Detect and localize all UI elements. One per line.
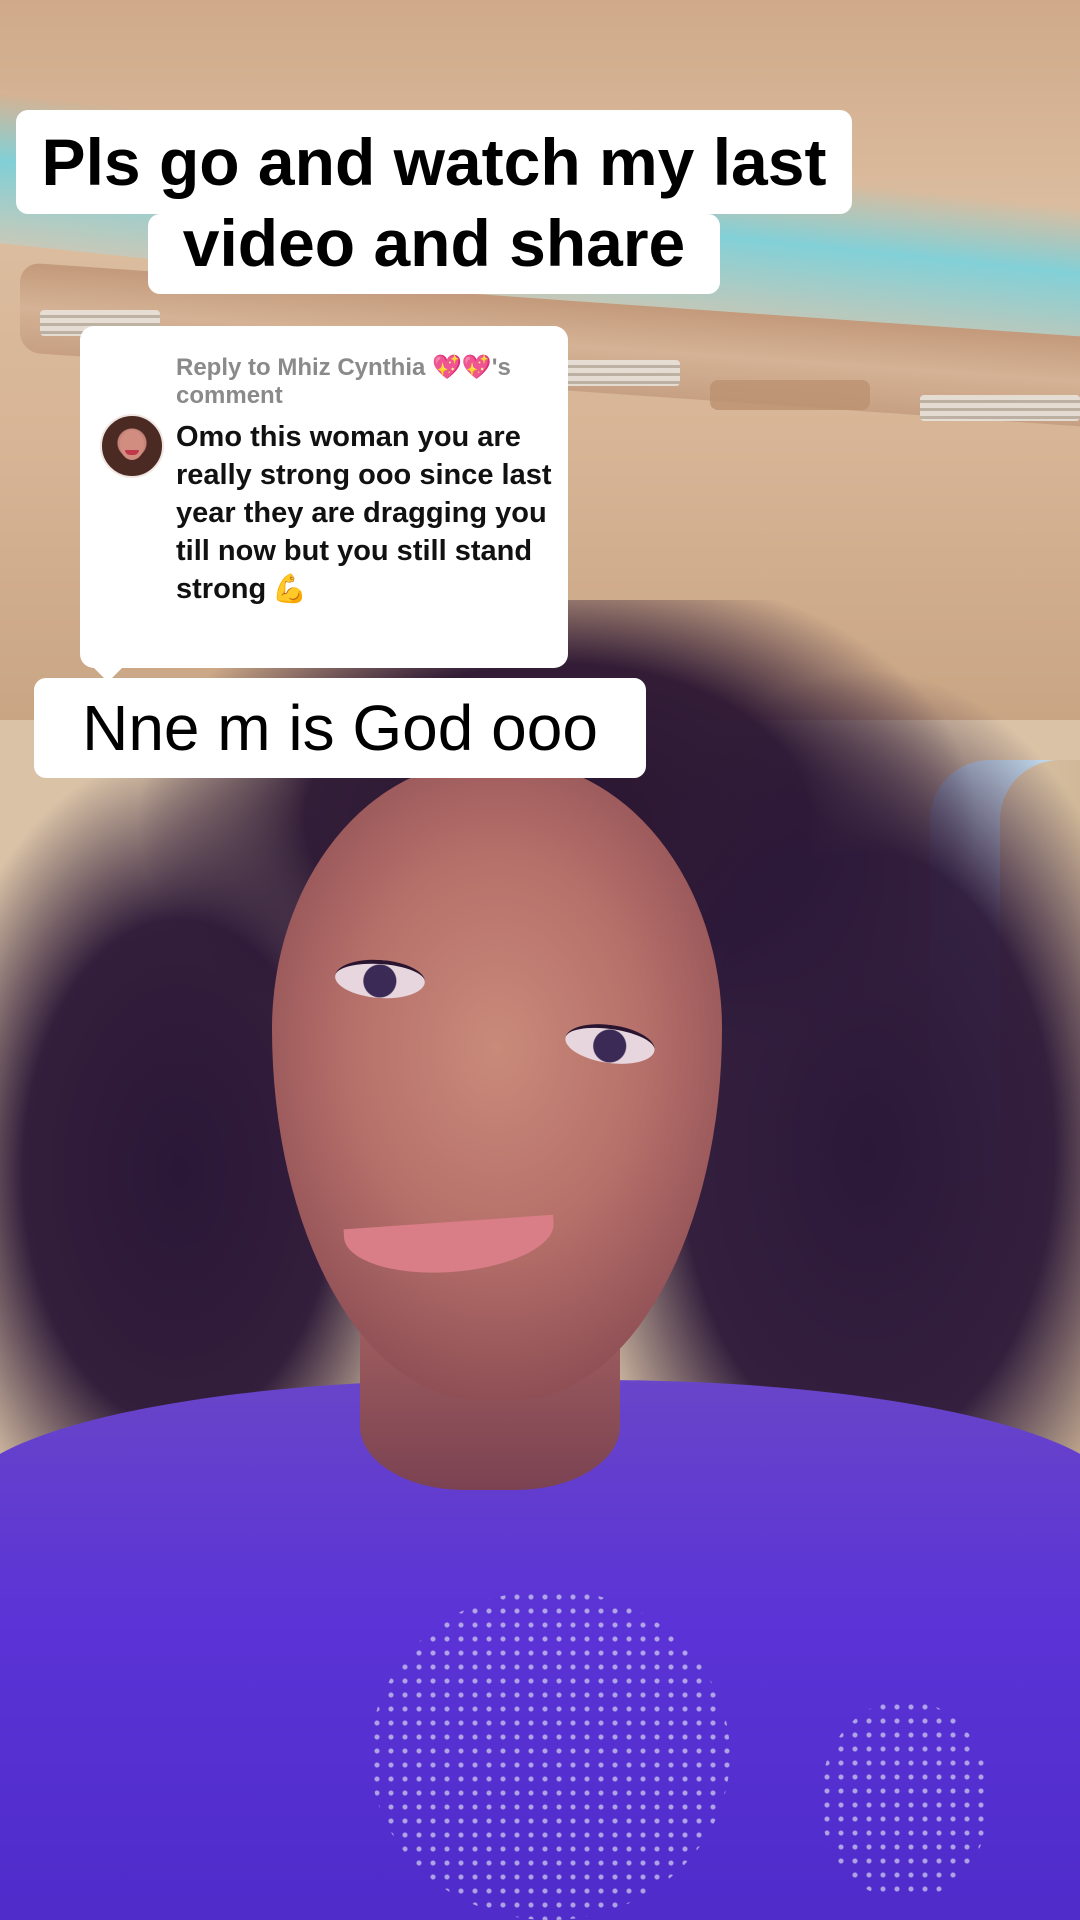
- reply-to-prefix: Reply to Mhiz Cynthia: [176, 354, 433, 381]
- ceiling-lamp: [710, 380, 870, 410]
- caption-line-3: Nne m is God ooo: [34, 678, 646, 778]
- caption-line-1-text: Pls go and watch my last: [41, 125, 827, 199]
- caption-line-1: Pls go and watch my last: [16, 110, 852, 214]
- caption-line-3-text: Nne m is God ooo: [82, 692, 598, 764]
- caption-line-2: video and share: [148, 210, 720, 294]
- user-avatar-icon[interactable]: [100, 414, 164, 478]
- caption-line-2-text: video and share: [182, 206, 686, 280]
- reply-comment-card[interactable]: Reply to Mhiz Cynthia 💖💖's comment Omo t…: [80, 326, 568, 682]
- comment-text: Omo this woman you are really strong ooo…: [176, 421, 552, 605]
- ceiling-vent: [560, 360, 680, 386]
- reply-comment-text: Omo this woman you are really strong ooo…: [176, 418, 556, 608]
- ceiling-vent: [920, 395, 1080, 421]
- reply-to-label: Reply to Mhiz Cynthia 💖💖's comment: [176, 354, 546, 410]
- shirt-rhinestone-pattern: [820, 1700, 990, 1900]
- flexed-bicep-icon: 💪: [272, 573, 308, 604]
- shirt-rhinestone-pattern: [370, 1590, 730, 1920]
- heart-emoji-icon: 💖💖: [432, 354, 492, 381]
- avatar-face: [120, 430, 144, 460]
